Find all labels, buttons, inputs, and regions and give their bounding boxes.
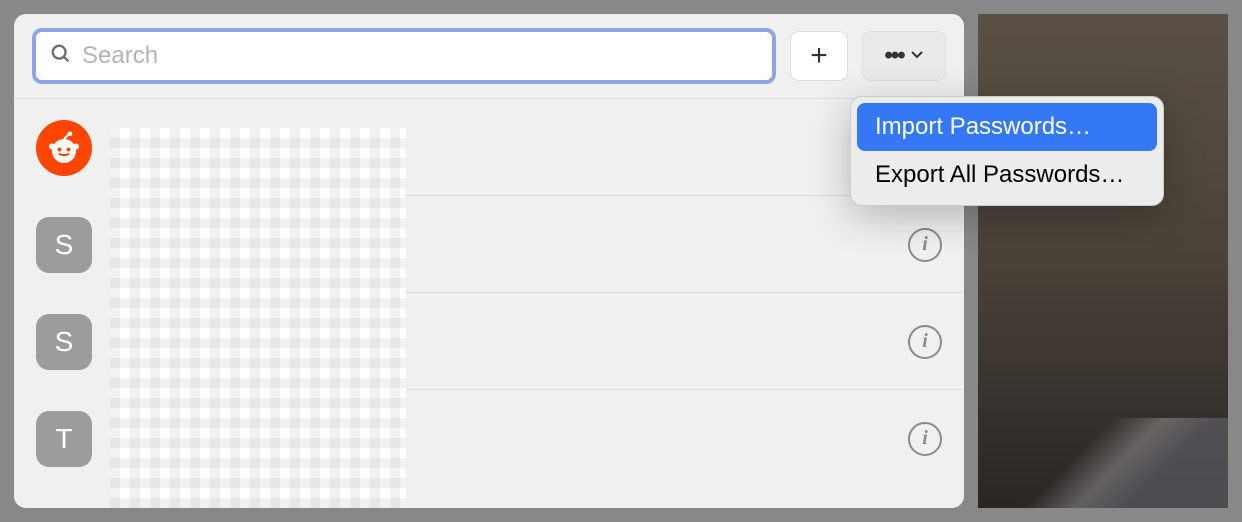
search-field-wrapper[interactable]	[32, 28, 776, 84]
password-list: S i S i T i	[14, 99, 964, 487]
add-button[interactable]: +	[790, 31, 848, 81]
avatar-reddit	[36, 120, 92, 176]
plus-icon: +	[810, 39, 828, 73]
list-item[interactable]: S i	[14, 196, 964, 293]
info-button[interactable]: i	[908, 228, 942, 262]
list-item-reddit[interactable]	[14, 99, 964, 196]
desktop-background	[978, 14, 1228, 508]
avatar: S	[36, 314, 92, 370]
menu-item-import-passwords[interactable]: Import Passwords…	[857, 103, 1157, 151]
info-icon: i	[922, 233, 928, 256]
info-button[interactable]: i	[908, 422, 942, 456]
avatar: S	[36, 217, 92, 273]
search-icon	[50, 43, 72, 70]
info-button[interactable]: i	[908, 325, 942, 359]
more-options-button[interactable]: •••	[862, 31, 946, 81]
entry-text-redacted	[112, 293, 412, 390]
menu-item-export-passwords[interactable]: Export All Passwords…	[857, 151, 1157, 199]
entry-text-redacted	[112, 196, 412, 293]
list-item[interactable]: S i	[14, 293, 964, 390]
more-options-menu: Import Passwords… Export All Passwords…	[850, 96, 1164, 206]
entry-text-redacted	[112, 390, 412, 487]
info-icon: i	[922, 330, 928, 353]
passwords-panel: + •••	[14, 14, 964, 508]
avatar-letter: T	[55, 423, 72, 455]
info-icon: i	[922, 427, 928, 450]
ellipsis-icon: •••	[884, 44, 903, 68]
list-item[interactable]: T i	[14, 390, 964, 487]
avatar-letter: S	[55, 326, 74, 358]
chevron-down-icon	[910, 47, 924, 65]
entry-text-redacted	[112, 99, 412, 196]
avatar-letter: S	[55, 229, 74, 261]
toolbar: + •••	[14, 14, 964, 99]
avatar: T	[36, 411, 92, 467]
search-input[interactable]	[82, 32, 758, 80]
